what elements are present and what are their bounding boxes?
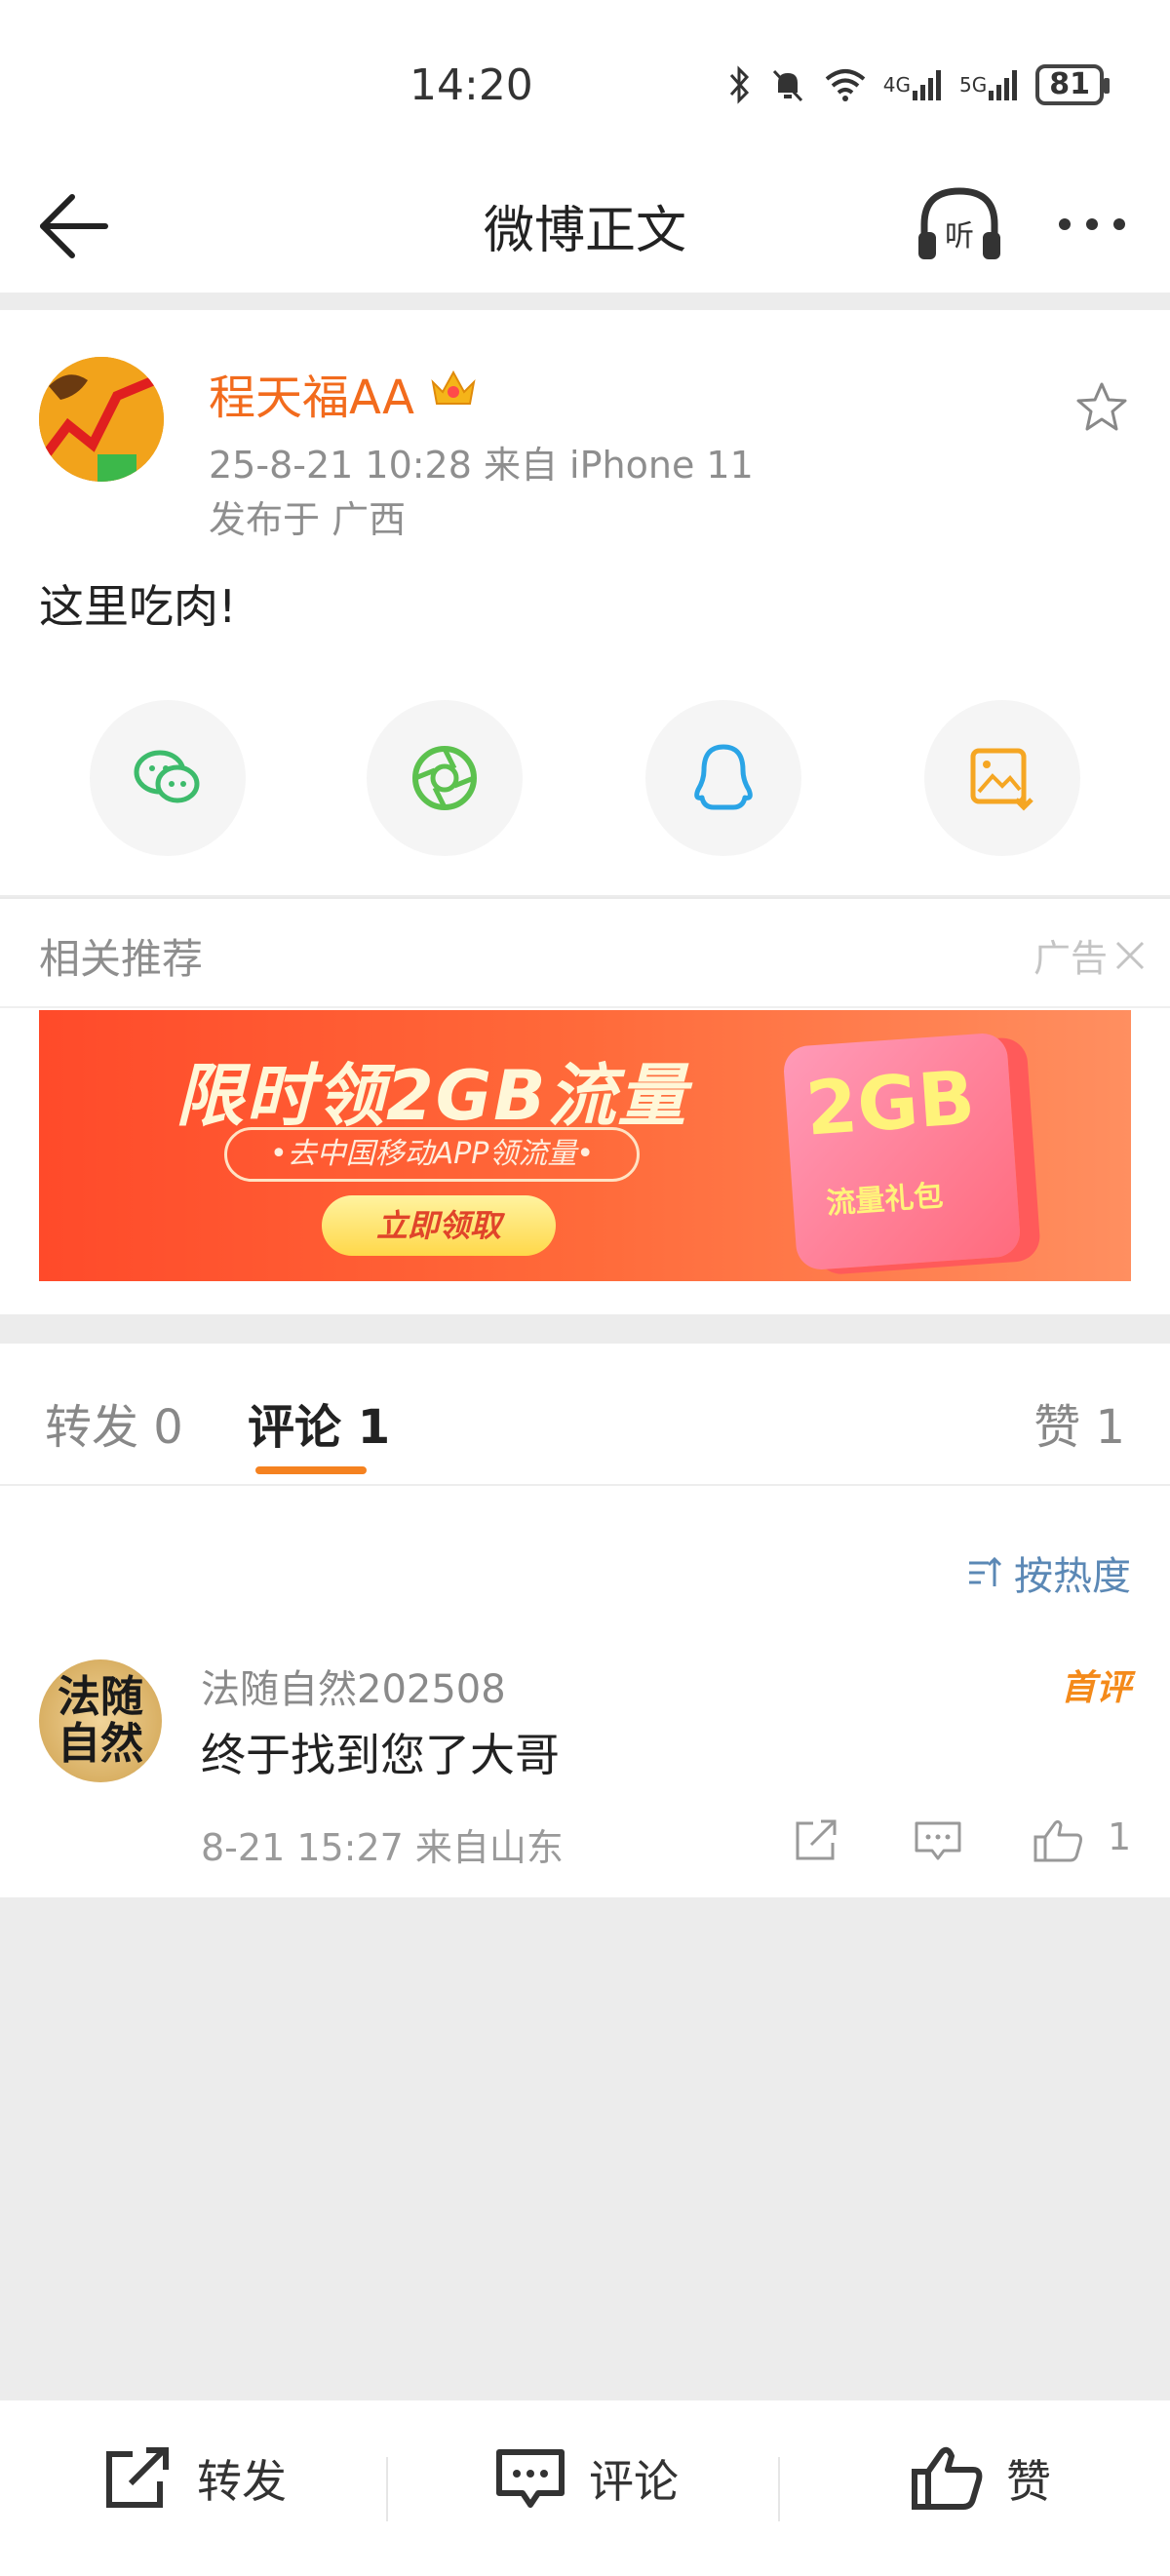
comment-reply-button[interactable] [911, 1815, 965, 1866]
post-location: 发布于 广西 [209, 498, 407, 541]
wifi-icon [823, 65, 868, 104]
sort-label: 按热度 [1014, 1554, 1131, 1599]
ad-banner[interactable]: 限时领2GB流量 •去中国移动APP领流量• 立即领取 2GB 流量礼包 [39, 1010, 1131, 1281]
author-name[interactable]: 程天福AA [209, 359, 414, 427]
moments-aperture-icon [412, 746, 477, 810]
commenter-avatar[interactable]: 法随 自然 [39, 1659, 162, 1782]
close-icon [1115, 941, 1145, 969]
like-button[interactable]: 赞 [911, 2439, 1051, 2517]
vip-crown-icon [427, 365, 480, 410]
bluetooth-icon [727, 65, 753, 104]
qq-penguin-icon [694, 744, 753, 810]
post-tabs: 转发 0 评论 1 赞 1 [0, 1344, 1170, 1486]
comments-section: 按热度 法随 自然 法随自然202508 首评 终于找到您了大哥 8-21 15… [0, 1486, 1170, 1897]
ad-label: 广告 [1033, 937, 1108, 980]
banner-headline: 限时领2GB流量 [176, 1056, 688, 1136]
bottom-action-bar: 转发 评论 赞 [0, 2399, 1170, 2576]
svg-text:听: 听 [945, 219, 974, 254]
comment-button[interactable]: 评论 [493, 2439, 679, 2517]
net-5g-label: 5G [959, 73, 988, 97]
repost-icon [106, 2447, 169, 2508]
comment-like-count: 1 [1108, 1815, 1132, 1858]
comment-text: 终于找到您了大哥 [201, 1729, 560, 1781]
sort-icon [969, 1556, 1002, 1586]
more-dots-icon [1059, 218, 1125, 230]
listen-button[interactable]: 听 [911, 181, 1008, 269]
divider [386, 2457, 388, 2521]
data-gift-card: 2GB 流量礼包 [782, 1032, 1022, 1271]
comment-label: 评论 [589, 2455, 679, 2508]
related-recommendations: 相关推荐 广告 限时领2GB流量 •去中国移动APP领流量• 立即领取 2GB … [0, 897, 1170, 1314]
share-icon [796, 1819, 837, 1860]
star-icon [1076, 382, 1127, 431]
related-title: 相关推荐 [39, 935, 204, 983]
nav-header: 微博正文 听 [0, 156, 1170, 293]
more-options-button[interactable] [1053, 195, 1131, 254]
author-avatar[interactable] [39, 357, 164, 482]
comment-icon [915, 1821, 961, 1860]
tab-repost[interactable]: 转发 0 [45, 1388, 183, 1457]
repost-label: 转发 [197, 2455, 287, 2508]
comment-meta: 8-21 15:27 来自山东 [201, 1826, 564, 1869]
favorite-button[interactable] [1072, 378, 1131, 437]
net-4g-label: 4G [882, 73, 912, 97]
share-qq-button[interactable] [645, 700, 801, 856]
signal-4g-icon: 4G [883, 67, 944, 102]
tab-like[interactable]: 赞 1 [1034, 1388, 1125, 1457]
status-icons: 4G 5G 81 [727, 60, 1110, 109]
comment-like-button[interactable] [1032, 1815, 1086, 1866]
tab-comment[interactable]: 评论 1 [248, 1388, 390, 1457]
comment-share-button[interactable] [790, 1815, 844, 1866]
card-main-text: 2GB [802, 1053, 978, 1152]
status-bar: 14:20 4G 5G 81 [0, 0, 1170, 156]
repost-button[interactable]: 转发 [101, 2439, 287, 2517]
commenter-name[interactable]: 法随自然202508 [201, 1658, 506, 1714]
mute-bell-icon [768, 65, 807, 104]
active-tab-indicator [255, 1466, 367, 1474]
sort-by-hot-button[interactable]: 按热度 [965, 1544, 1131, 1601]
headphones-listen-icon: 听 [918, 187, 1000, 259]
post-card: 程天福AA 25-8-21 10:28 来自 iPhone 11 发布于 广西 … [0, 310, 1170, 895]
share-wechat-button[interactable] [90, 700, 246, 856]
banner-subline: •去中国移动APP领流量• [224, 1127, 640, 1182]
image-download-icon [970, 748, 1034, 811]
post-time-source: 25-8-21 10:28 来自 iPhone 11 [209, 444, 754, 487]
thumbs-up-icon [1034, 1819, 1082, 1862]
share-moments-button[interactable] [367, 700, 523, 856]
status-time: 14:20 [410, 60, 533, 110]
signal-5g-icon: 5G [959, 67, 1020, 102]
banner-claim-button[interactable]: 立即领取 [322, 1195, 556, 1256]
save-image-button[interactable] [924, 700, 1080, 856]
comment-icon [496, 2449, 565, 2508]
divider [778, 2457, 780, 2521]
divider [0, 1006, 1170, 1008]
wechat-icon [134, 750, 200, 803]
battery-indicator: 81 [1035, 64, 1110, 105]
ad-close-button[interactable]: 广告 [1034, 928, 1147, 982]
post-content: 这里吃肉! [39, 580, 237, 633]
thumbs-up-icon [912, 2446, 983, 2510]
card-sub-text: 流量礼包 [825, 1179, 945, 1222]
stock-chart-avatar-icon [39, 357, 164, 482]
like-label: 赞 [1006, 2455, 1051, 2508]
first-comment-badge: 首评 [1060, 1668, 1131, 1708]
